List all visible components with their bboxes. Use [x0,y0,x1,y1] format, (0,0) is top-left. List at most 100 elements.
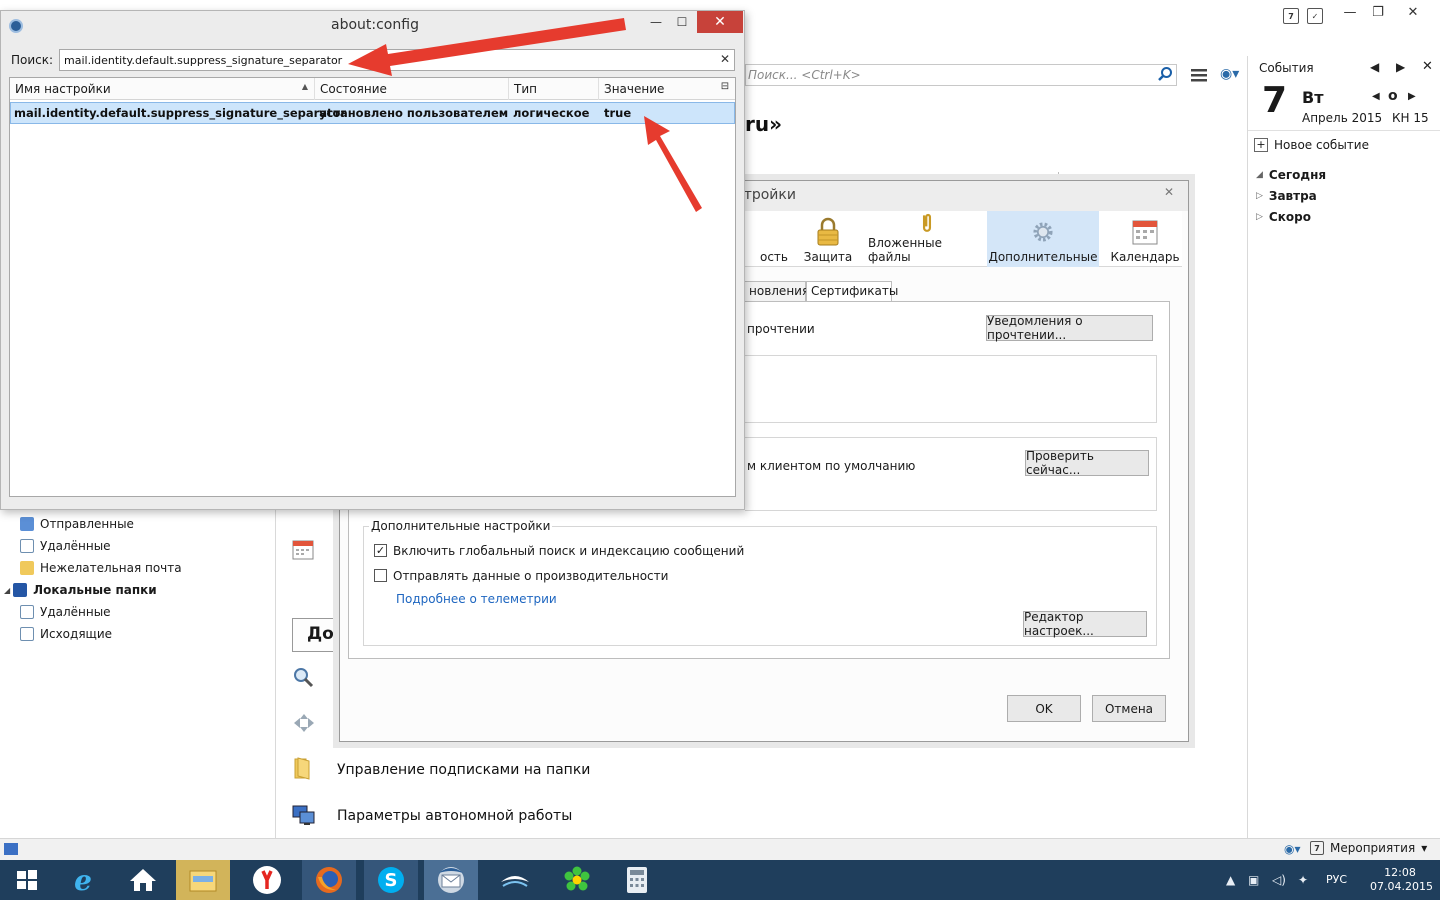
search-messages-icon[interactable] [292,666,316,690]
today-icon[interactable]: o [1388,88,1398,104]
next-arrow-icon[interactable]: ▶ [1396,60,1405,74]
folder-pane: Отправленные Удалённые Нежелательная поч… [0,510,276,838]
toolbar-label: ость [759,250,788,264]
thunderbird-taskbar-button[interactable] [424,860,478,900]
language-indicator[interactable]: РУС [1326,873,1347,886]
create-account-button[interactable]: До [292,618,338,652]
tab-calendar[interactable]: Календарь [1108,211,1182,267]
global-search-checkbox[interactable]: ✓ [374,544,387,557]
cell-state: установлено пользователем [319,106,509,120]
folder-trash[interactable]: Удалённые [20,536,111,556]
filters-icon[interactable] [292,712,316,736]
clock[interactable]: 12:08 07.04.2015 [1370,866,1433,894]
offline-settings-link[interactable]: Параметры автономной работы [337,808,572,824]
minimize-button[interactable]: — [643,15,669,35]
maximize-button[interactable]: ❐ [1361,0,1395,24]
skype-icon: S [378,867,404,893]
skype-taskbar-button[interactable]: S [364,860,418,900]
clear-icon[interactable]: ✕ [717,51,733,67]
quick-search-input[interactable]: Поиск... <Ctrl+K> [745,64,1177,86]
config-search-input[interactable] [59,49,735,71]
yandex-browser-icon [253,866,281,894]
yandex-taskbar-button[interactable] [240,860,294,900]
events-mode-label: Мероприятия [1330,841,1416,855]
next-day-icon[interactable]: ▶ [1408,91,1416,102]
home-taskbar-button[interactable] [116,860,170,900]
events-weekday: Вт [1302,88,1324,107]
calendar-icon[interactable] [292,538,316,562]
column-type[interactable]: Тип [509,78,599,100]
account-heading: ru» [745,112,783,136]
volume-icon[interactable]: ◁) [1272,873,1286,887]
collapse-arrow-icon[interactable]: ◢ [4,586,10,595]
subscribe-folder-icon[interactable] [292,756,316,780]
column-picker-icon[interactable]: ⊟ [718,81,732,95]
tab-privacy[interactable]: ость [744,211,804,267]
read-receipts-button[interactable]: Уведомления о прочтении... [986,314,1153,342]
global-search-label: Включить глобальный поиск и индексацию с… [393,544,745,558]
prev-arrow-icon[interactable]: ◀ [1370,60,1379,74]
folder-junk[interactable]: Нежелательная почта [20,558,182,578]
close-icon[interactable]: ✕ [1422,59,1433,74]
firefox-icon [316,867,342,893]
tasks-tab-icon[interactable]: ✓ [1307,8,1323,24]
column-name[interactable]: Имя настройки ▲ [10,78,315,100]
mail-taskbar-button[interactable] [488,860,542,900]
firefox-taskbar-button[interactable] [302,860,356,900]
ie-icon: e [74,863,92,897]
explorer-taskbar-button[interactable] [176,860,230,900]
aboutconfig-title: about:config [331,17,419,33]
events-group-tomorrow[interactable]: ▷ Завтра [1256,189,1317,203]
ok-button[interactable]: OK [1007,695,1081,722]
column-value[interactable]: Значение [599,78,717,100]
advanced-group-title: Дополнительные настройки [369,519,553,533]
events-group-label: Сегодня [1268,168,1327,182]
subtab-certificates[interactable]: Сертификаты [806,281,898,301]
telemetry-link[interactable]: Подробнее о телеметрии [396,592,557,606]
network-icon[interactable]: ✦ [1298,873,1308,887]
calendar-tab-icon[interactable]: 7 [1283,8,1299,24]
config-editor-button[interactable]: Редактор настроек... [1023,610,1147,638]
tab-advanced[interactable]: Дополнительные [987,211,1099,267]
search-icon[interactable] [1157,66,1175,84]
check-now-button[interactable]: Проверить сейчас... [1025,449,1149,477]
folder-local-folders[interactable]: ◢ Локальные папки [4,580,157,600]
subscribe-folders-link[interactable]: Управление подписками на папки [337,762,590,778]
icq-taskbar-button[interactable] [550,860,604,900]
online-status-icon[interactable] [4,843,18,855]
toolbar-label: Защита [803,250,853,264]
new-event-button[interactable]: + Новое событие [1254,138,1369,152]
folder-outbox[interactable]: Исходящие [20,624,112,644]
chat-status-icon[interactable]: ◉▾ [1284,842,1301,856]
chat-status-icon[interactable]: ◉▾ [1220,66,1239,82]
close-button[interactable]: ✕ [697,11,743,33]
tab-security[interactable]: Защита [796,211,860,267]
prev-day-icon[interactable]: ◀ [1372,91,1380,102]
tray-expand-icon[interactable]: ▲ [1226,873,1235,887]
folder-sent[interactable]: Отправленные [20,514,134,534]
app-menu-icon[interactable] [1191,66,1207,87]
subtab-updates[interactable]: новления [744,281,809,301]
folder-local-trash[interactable]: Удалённые [20,602,111,622]
folder-label: Удалённые [40,605,111,619]
cancel-button[interactable]: Отмена [1092,695,1166,722]
events-day-number: 7 [1262,80,1288,121]
ie-taskbar-button[interactable]: e [56,860,110,900]
offline-settings-icon[interactable] [292,804,316,828]
close-button[interactable]: ✕ [1396,0,1430,24]
column-state[interactable]: Состояние [315,78,509,100]
tray-device-icon[interactable]: ▣ [1248,873,1259,887]
start-button[interactable] [0,860,54,900]
telemetry-label: Отправлять данные о производительности [393,569,669,583]
events-group-soon[interactable]: ▷ Скоро [1256,210,1311,224]
calculator-taskbar-button[interactable] [610,860,664,900]
calendar-icon [1132,220,1158,245]
options-close-button[interactable]: ✕ [1153,183,1185,201]
maximize-button[interactable]: ☐ [669,15,695,35]
telemetry-checkbox[interactable] [374,569,387,582]
tab-attachments[interactable]: Вложенные файлы [868,211,986,267]
events-mode-dropdown[interactable]: 7 Мероприятия ▾ [1310,841,1427,855]
folder-label: Удалённые [40,539,111,553]
table-row[interactable]: mail.identity.default.suppress_signature… [10,102,735,124]
events-group-today[interactable]: ◢ Сегодня [1256,168,1326,182]
